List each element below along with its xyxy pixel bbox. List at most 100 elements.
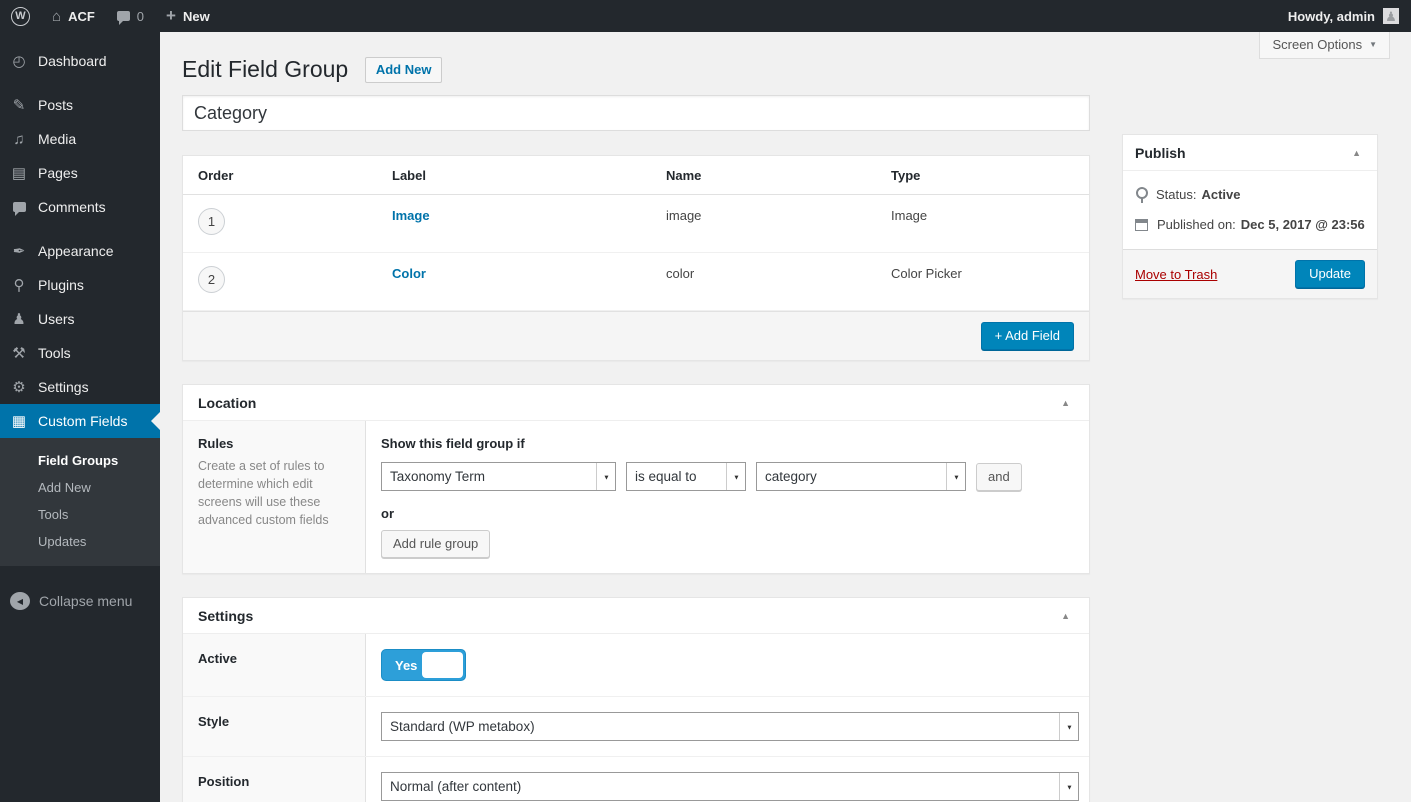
sidebar-item-label: Pages xyxy=(38,165,78,181)
add-and-rule-button[interactable]: and xyxy=(976,463,1022,491)
pages-icon: ▤ xyxy=(9,166,29,181)
new-content-menu[interactable]: + New xyxy=(155,0,221,32)
sidebar-item-plugins[interactable]: ⚲ Plugins xyxy=(0,268,160,302)
add-rule-group-button[interactable]: Add rule group xyxy=(381,530,490,558)
sidebar-item-label: Appearance xyxy=(38,243,114,259)
new-label: New xyxy=(183,9,210,24)
comments-count: 0 xyxy=(137,9,144,24)
status-value: Active xyxy=(1201,187,1240,202)
position-select[interactable]: Normal (after content) xyxy=(381,772,1079,801)
main-content: Edit Field Group Add New Order Label Nam… xyxy=(160,32,1411,802)
sidebar-item-label: Users xyxy=(38,311,75,327)
comments-menu[interactable]: 0 xyxy=(106,0,155,32)
sidebar-item-comments[interactable]: Comments xyxy=(0,190,160,224)
column-header-label: Label xyxy=(384,156,658,195)
sidebar-item-custom-fields[interactable]: ▦ Custom Fields xyxy=(0,404,160,438)
submenu-item-field-groups[interactable]: Field Groups xyxy=(0,446,160,473)
howdy-label: Howdy, admin xyxy=(1288,9,1375,24)
toggle-on-label: Yes xyxy=(395,658,417,673)
sidebar-item-media[interactable]: ♫ Media xyxy=(0,122,160,156)
collapse-panel-icon[interactable]: ▲ xyxy=(1057,607,1074,625)
wordpress-logo-icon: W xyxy=(11,7,30,26)
move-to-trash-link[interactable]: Move to Trash xyxy=(1135,267,1217,282)
rule-operator-select[interactable]: is equal to xyxy=(626,462,746,491)
field-name: image xyxy=(658,195,883,253)
active-toggle[interactable]: Yes xyxy=(381,649,466,681)
avatar: ♟ xyxy=(1383,8,1399,24)
style-select[interactable]: Standard (WP metabox) xyxy=(381,712,1079,741)
sidebar-item-pages[interactable]: ▤ Pages xyxy=(0,156,160,190)
brush-icon: ✒ xyxy=(9,244,29,259)
show-if-label: Show this field group if xyxy=(381,436,1074,451)
field-group-title-input[interactable] xyxy=(182,95,1090,131)
sidebar-item-label: Tools xyxy=(38,345,71,361)
sidebar-item-dashboard[interactable]: ◴ Dashboard xyxy=(0,44,160,78)
table-row: 2 Color color Color Picker xyxy=(183,253,1089,311)
field-order-handle[interactable]: 2 xyxy=(198,266,225,293)
plus-icon: + xyxy=(166,7,176,24)
sidebar-item-appearance[interactable]: ✒ Appearance xyxy=(0,234,160,268)
field-order-handle[interactable]: 1 xyxy=(198,208,225,235)
position-setting-label: Position xyxy=(183,757,366,802)
fields-postbox: Order Label Name Type 1 Image image xyxy=(182,155,1090,361)
sidebar-item-users[interactable]: ♟ Users xyxy=(0,302,160,336)
sidebar-item-settings[interactable]: ⚙ Settings xyxy=(0,370,160,404)
toggle-knob xyxy=(422,652,463,678)
column-header-name: Name xyxy=(658,156,883,195)
sidebar-item-label: Custom Fields xyxy=(38,413,127,429)
field-label-link[interactable]: Image xyxy=(392,208,430,223)
submenu-item-add-new[interactable]: Add New xyxy=(0,473,160,500)
site-name-menu[interactable]: ⌂ ACF xyxy=(41,0,106,32)
settings-title: Settings xyxy=(198,608,253,624)
status-label: Status: xyxy=(1156,187,1196,202)
dashboard-icon: ◴ xyxy=(9,54,29,69)
sidebar-item-label: Settings xyxy=(38,379,89,395)
admin-bar: W ⌂ ACF 0 + New Howdy, admin ♟ xyxy=(0,0,1411,32)
submenu-item-updates[interactable]: Updates xyxy=(0,527,160,554)
rules-title: Rules xyxy=(198,436,350,451)
submenu-item-tools[interactable]: Tools xyxy=(0,500,160,527)
status-pin-icon xyxy=(1135,186,1147,203)
screen-options-tab[interactable]: Screen Options ▼ xyxy=(1259,32,1390,59)
publish-postbox: Publish ▲ Status: Active Published on: D… xyxy=(1122,134,1378,299)
location-title: Location xyxy=(198,395,256,411)
page-title: Edit Field Group xyxy=(182,55,348,84)
comments-bubble-icon xyxy=(117,11,130,21)
or-label: or xyxy=(381,506,1074,521)
collapse-panel-icon[interactable]: ▲ xyxy=(1348,144,1365,162)
rule-value-select[interactable]: category xyxy=(756,462,966,491)
column-header-order: Order xyxy=(183,156,384,195)
rules-description: Create a set of rules to determine which… xyxy=(198,457,350,530)
plug-icon: ⚲ xyxy=(9,278,29,293)
publish-title: Publish xyxy=(1135,145,1186,161)
collapse-menu-button[interactable]: ◀ Collapse menu xyxy=(0,584,160,618)
update-button[interactable]: Update xyxy=(1295,260,1365,288)
collapse-panel-icon[interactable]: ▲ xyxy=(1057,394,1074,412)
table-row: 1 Image image Image xyxy=(183,195,1089,253)
column-header-type: Type xyxy=(883,156,1089,195)
field-type: Image xyxy=(883,195,1089,253)
rule-param-select[interactable]: Taxonomy Term xyxy=(381,462,616,491)
site-name-label: ACF xyxy=(68,9,95,24)
add-field-button[interactable]: + Add Field xyxy=(981,322,1074,350)
pushpin-icon: ✎ xyxy=(9,98,29,113)
add-new-button[interactable]: Add New xyxy=(365,57,443,83)
media-icon: ♫ xyxy=(9,132,29,147)
sidebar-item-tools[interactable]: ⚒ Tools xyxy=(0,336,160,370)
sidebar-item-label: Dashboard xyxy=(38,53,107,69)
screen-options-label: Screen Options xyxy=(1272,37,1362,52)
published-on-value: Dec 5, 2017 @ 23:56 xyxy=(1241,217,1365,232)
table-grid-icon: ▦ xyxy=(9,414,29,429)
comments-bubble-icon xyxy=(9,200,29,215)
home-icon: ⌂ xyxy=(52,9,61,24)
gear-icon: ⚙ xyxy=(9,380,29,395)
field-name: color xyxy=(658,253,883,311)
sidebar-item-posts[interactable]: ✎ Posts xyxy=(0,88,160,122)
wp-logo-menu[interactable]: W xyxy=(0,0,41,32)
settings-postbox: Settings ▲ Active Yes Style xyxy=(182,597,1090,802)
chevron-down-icon: ▼ xyxy=(1369,40,1377,49)
field-label-link[interactable]: Color xyxy=(392,266,426,281)
sidebar-item-label: Comments xyxy=(38,199,106,215)
my-account-menu[interactable]: Howdy, admin ♟ xyxy=(1276,0,1411,32)
wrench-icon: ⚒ xyxy=(9,346,29,361)
